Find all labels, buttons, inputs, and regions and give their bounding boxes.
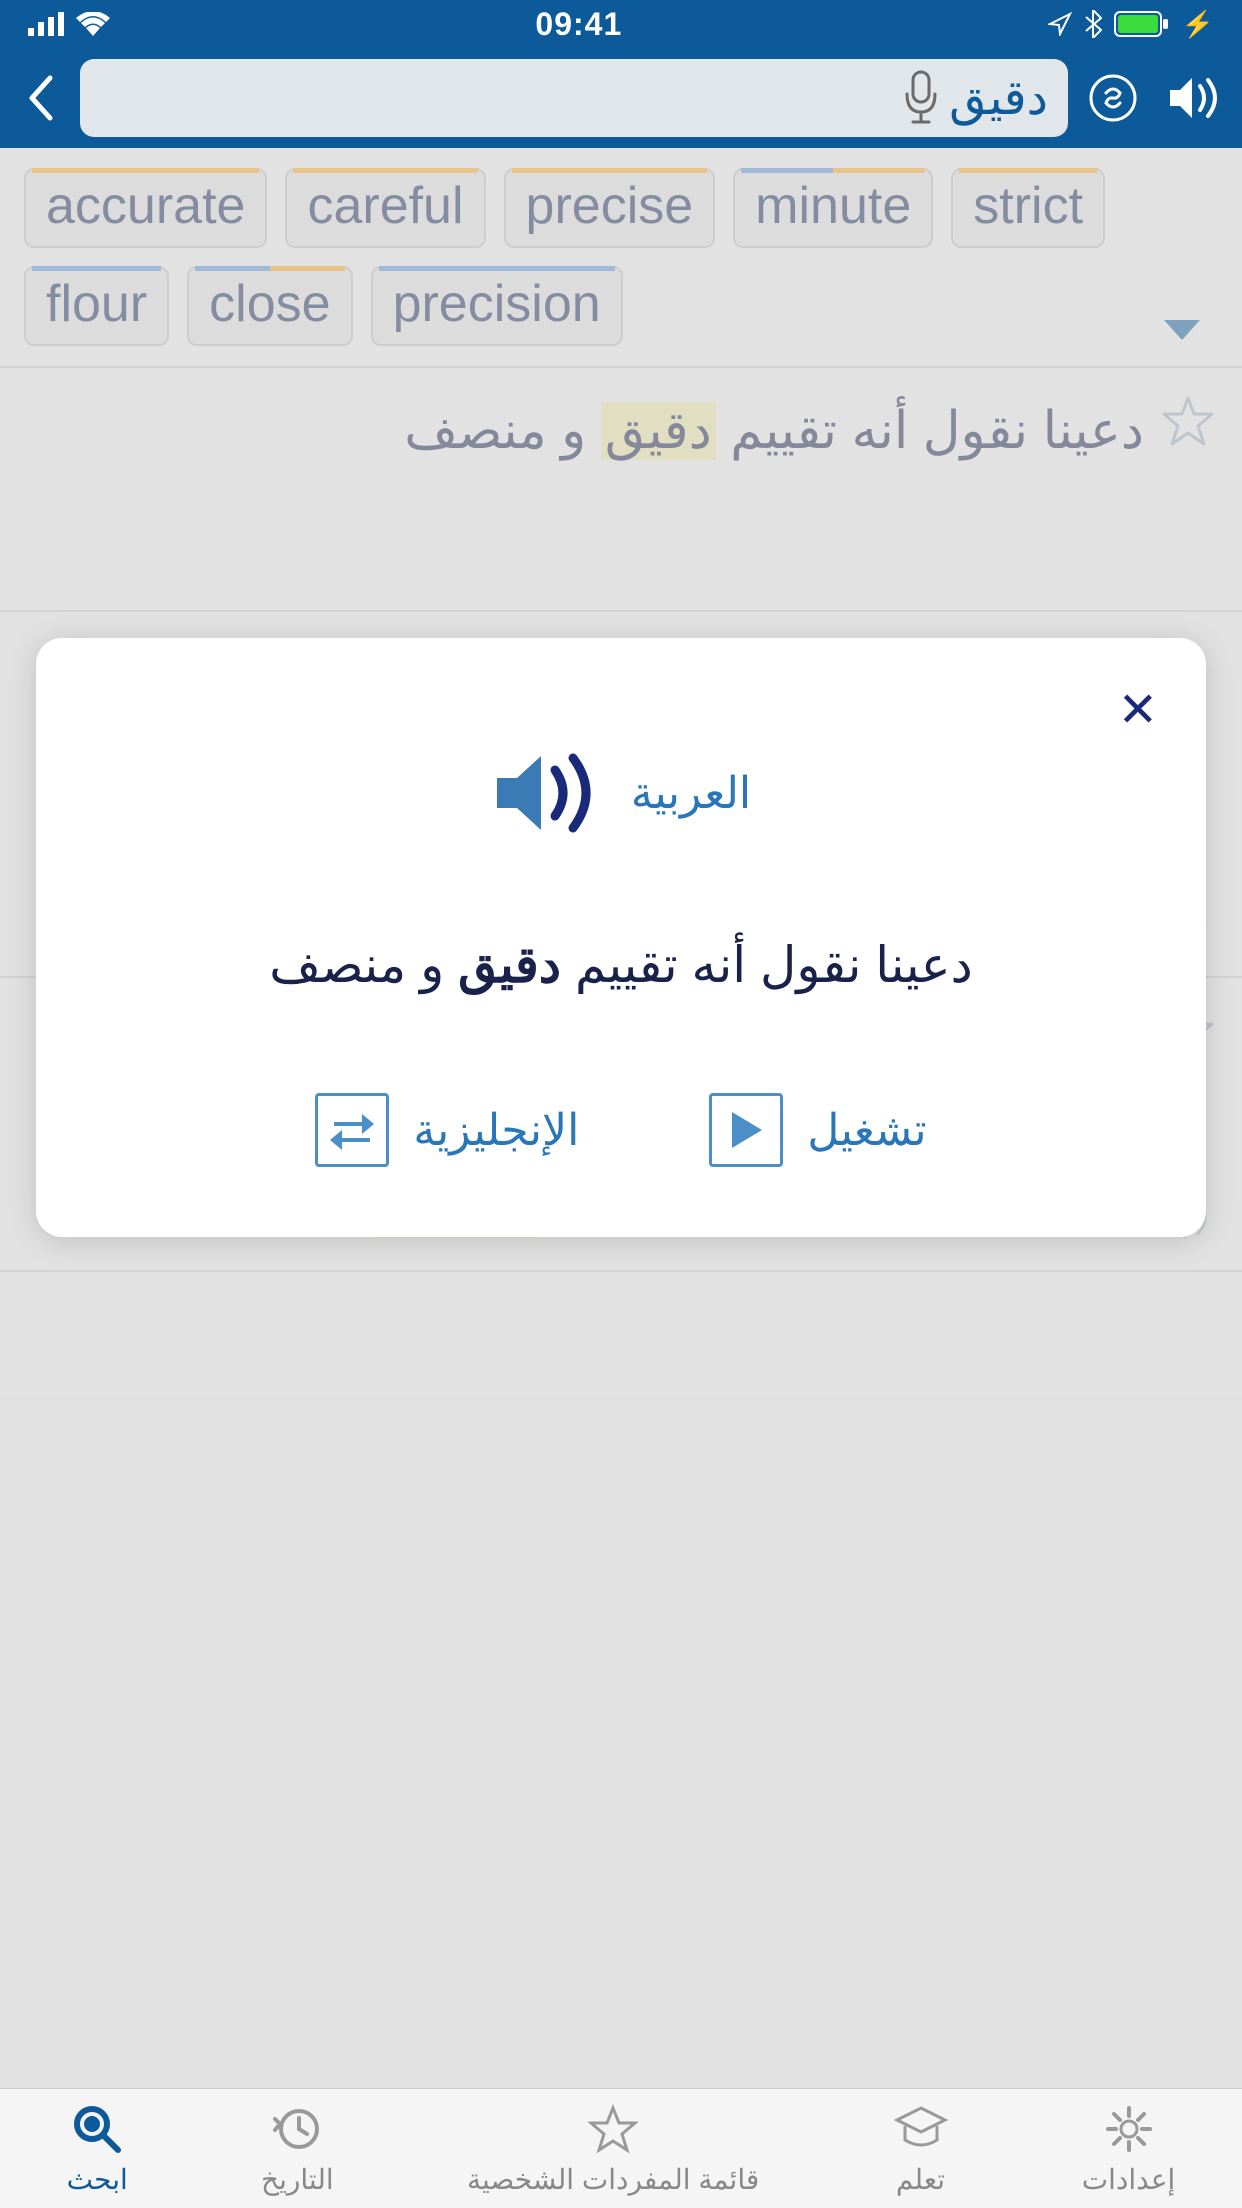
tab-history[interactable]: التاريخ	[261, 2101, 334, 2196]
swap-icon	[315, 1093, 389, 1167]
audio-popup: ✕ العربية دعينا نقول أنه تقييم دقيق و من…	[36, 638, 1206, 1237]
app-header: دقيق	[0, 48, 1242, 148]
status-left	[28, 12, 110, 36]
bluetooth-icon	[1084, 10, 1102, 38]
wifi-icon	[76, 12, 110, 36]
tab-label: قائمة المفردات الشخصية	[467, 2163, 759, 2196]
search-box[interactable]: دقيق	[80, 59, 1068, 137]
graduation-icon	[893, 2101, 949, 2157]
status-time: 09:41	[535, 6, 622, 43]
tab-settings[interactable]: إعدادات	[1082, 2101, 1176, 2196]
star-icon	[585, 2101, 641, 2157]
charging-icon: ⚡	[1182, 9, 1214, 40]
skype-icon[interactable]	[1088, 73, 1138, 123]
play-icon	[709, 1093, 783, 1167]
signal-icon	[28, 12, 64, 36]
location-icon	[1048, 12, 1072, 36]
tab-label: إعدادات	[1082, 2163, 1176, 2196]
status-right: ⚡	[1048, 9, 1214, 40]
tab-vocab[interactable]: قائمة المفردات الشخصية	[467, 2101, 759, 2196]
speaker-icon[interactable]	[1166, 74, 1222, 122]
search-icon	[69, 2101, 125, 2157]
gear-icon	[1101, 2101, 1157, 2157]
play-button[interactable]: تشغيل	[709, 1093, 926, 1167]
tab-learn[interactable]: تعلم	[893, 2101, 949, 2196]
battery-icon	[1114, 11, 1170, 37]
popup-sentence: دعينا نقول أنه تقييم دقيق و منصف	[86, 928, 1156, 1003]
switch-button-label: الإنجليزية	[413, 1105, 579, 1156]
tab-bar: ابحث التاريخ قائمة المفردات الشخصية تعلم…	[0, 2088, 1242, 2208]
tab-label: ابحث	[67, 2163, 128, 2196]
history-icon	[269, 2101, 325, 2157]
tab-search[interactable]: ابحث	[67, 2101, 128, 2196]
speaker-large-icon[interactable]	[491, 748, 601, 838]
microphone-icon[interactable]	[901, 70, 941, 126]
tab-label: التاريخ	[261, 2163, 334, 2196]
status-bar: 09:41 ⚡	[0, 0, 1242, 48]
popup-language-label: العربية	[631, 768, 751, 819]
content-area: accurate careful precise minute strict f…	[0, 148, 1242, 2088]
tab-label: تعلم	[896, 2163, 945, 2196]
close-button[interactable]: ✕	[1118, 682, 1158, 738]
play-button-label: تشغيل	[807, 1105, 926, 1156]
switch-language-button[interactable]: الإنجليزية	[315, 1093, 579, 1167]
search-input[interactable]: دقيق	[949, 70, 1048, 126]
back-button[interactable]	[20, 68, 60, 128]
